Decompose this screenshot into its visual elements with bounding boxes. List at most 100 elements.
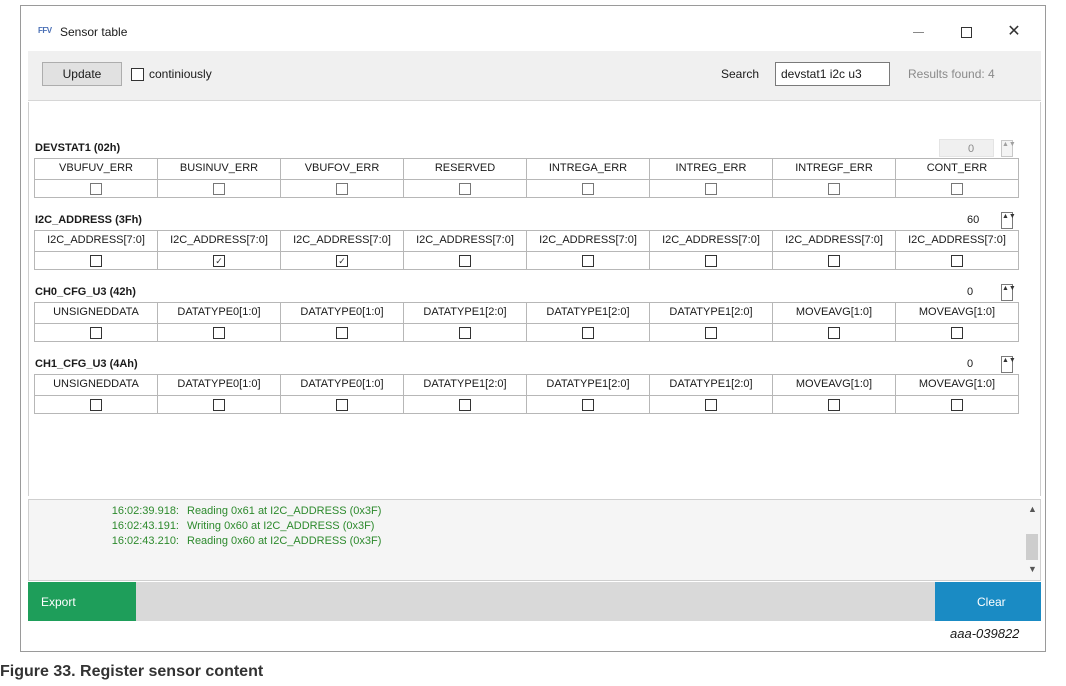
bit-checkbox[interactable] <box>705 398 717 411</box>
bit-checkbox[interactable] <box>582 182 594 195</box>
log-scrollbar[interactable]: ▲ ▼ <box>1024 502 1040 578</box>
bit-label: I2C_ADDRESS[7:0] <box>47 234 145 246</box>
bit-column: MOVEAVG[1:0] <box>773 375 896 414</box>
maximize-button[interactable] <box>948 19 984 45</box>
bit-grid: VBUFUV_ERR BUSINUV_ERR VBUFOV_ERR RESERVED I… <box>34 158 1019 198</box>
log-message: Reading 0x61 at I2C_ADDRESS (0x3F) <box>187 505 382 517</box>
title-bar: FFV Sensor table ✕ <box>28 13 1041 51</box>
bit-checkbox[interactable] <box>90 326 102 339</box>
bit-column: BUSINUV_ERR <box>158 159 281 198</box>
bit-column: I2C_ADDRESS[7:0] <box>404 231 527 270</box>
spinner-icon[interactable]: ▲▼ <box>1001 356 1016 373</box>
bit-column: I2C_ADDRESS[7:0] <box>650 231 773 270</box>
bit-checkbox[interactable] <box>459 398 471 411</box>
bit-checkbox[interactable] <box>582 398 594 411</box>
bit-column: DATATYPE0[1:0] <box>158 375 281 414</box>
register-block: DEVSTAT1 (02h) 0 ▲▼ VBUFUV_ERR BUSINUV_ERR VB… <box>34 138 1019 198</box>
bit-grid: UNSIGNEDDATA DATATYPE0[1:0] DATATYPE0[1:0]… <box>34 302 1019 342</box>
bit-checkbox[interactable] <box>828 254 840 267</box>
bit-checkbox[interactable] <box>90 254 102 267</box>
bit-checkbox[interactable] <box>336 326 348 339</box>
bit-column: INTREGA_ERR <box>527 159 650 198</box>
register-header: DEVSTAT1 (02h) 0 ▲▼ <box>34 138 1019 158</box>
log-message: Reading 0x60 at I2C_ADDRESS (0x3F) <box>187 535 382 547</box>
close-button[interactable]: ✕ <box>996 19 1032 45</box>
bit-label: I2C_ADDRESS[7:0] <box>908 234 1006 246</box>
register-value-field[interactable]: 0 <box>939 283 994 301</box>
scroll-down-icon[interactable]: ▼ <box>1028 564 1037 574</box>
bit-cell <box>404 323 526 341</box>
bit-checkbox[interactable] <box>828 182 840 195</box>
bit-checkbox[interactable] <box>459 254 471 267</box>
bit-cell <box>281 179 403 197</box>
bit-label: DATATYPE0[1:0] <box>177 378 261 390</box>
bit-cell <box>896 323 1018 341</box>
bit-checkbox[interactable]: ✓ <box>213 254 225 267</box>
bit-cell <box>281 323 403 341</box>
bit-label: I2C_ADDRESS[7:0] <box>662 234 760 246</box>
bit-checkbox[interactable] <box>90 182 102 195</box>
spinner-icon[interactable]: ▲▼ <box>1001 284 1016 301</box>
register-value-field[interactable]: 0 <box>939 355 994 373</box>
bit-checkbox[interactable] <box>705 254 717 267</box>
bit-cell: ✓ <box>281 251 403 269</box>
bit-column: VBUFOV_ERR <box>281 159 404 198</box>
bit-label: I2C_ADDRESS[7:0] <box>785 234 883 246</box>
bit-column: I2C_ADDRESS[7:0] ✓ <box>158 231 281 270</box>
bit-checkbox[interactable] <box>459 182 471 195</box>
bit-column: I2C_ADDRESS[7:0] ✓ <box>281 231 404 270</box>
update-button[interactable]: Update <box>42 62 122 86</box>
bit-checkbox[interactable] <box>336 398 348 411</box>
bit-column: INTREG_ERR <box>650 159 773 198</box>
register-value-field[interactable]: 60 <box>939 211 994 229</box>
scroll-up-icon[interactable]: ▲ <box>1028 504 1037 514</box>
bit-cell <box>35 251 157 269</box>
bit-checkbox[interactable] <box>582 254 594 267</box>
log-panel: 16:02:39.918: Reading 0x61 at I2C_ADDRESS… <box>28 499 1041 581</box>
bit-checkbox[interactable] <box>828 326 840 339</box>
bit-label: RESERVED <box>434 162 496 174</box>
bit-checkbox[interactable]: ✓ <box>336 254 348 267</box>
bit-checkbox[interactable] <box>705 182 717 195</box>
bit-checkbox[interactable] <box>951 398 963 411</box>
spinner-icon: ▲▼ <box>1001 140 1016 157</box>
bit-column: MOVEAVG[1:0] <box>896 375 1019 414</box>
minimize-button[interactable] <box>900 19 936 45</box>
window-title: Sensor table <box>60 25 128 39</box>
bit-cell <box>404 395 526 413</box>
clear-button[interactable]: Clear <box>935 582 1041 621</box>
log-timestamp: 16:02:43.191: <box>111 520 179 532</box>
bit-cell <box>158 179 280 197</box>
bit-checkbox[interactable] <box>459 326 471 339</box>
bit-checkbox[interactable] <box>213 182 225 195</box>
bit-checkbox[interactable] <box>705 326 717 339</box>
spinner-icon[interactable]: ▲▼ <box>1001 212 1016 229</box>
bit-label: DATATYPE0[1:0] <box>177 306 261 318</box>
bit-label: UNSIGNEDDATA <box>53 378 139 390</box>
bit-label: DATATYPE0[1:0] <box>300 378 384 390</box>
log-timestamp: 16:02:39.918: <box>111 505 179 517</box>
bit-checkbox[interactable] <box>951 254 963 267</box>
search-input[interactable] <box>775 62 890 86</box>
bit-cell <box>896 395 1018 413</box>
bit-checkbox[interactable] <box>336 182 348 195</box>
scroll-thumb[interactable] <box>1026 534 1038 560</box>
export-button[interactable]: Export <box>28 582 136 621</box>
bit-checkbox[interactable] <box>213 326 225 339</box>
continuously-checkbox[interactable] <box>131 68 144 81</box>
bit-label: DATATYPE1[2:0] <box>423 306 507 318</box>
bit-checkbox[interactable] <box>951 182 963 195</box>
bit-checkbox[interactable] <box>90 398 102 411</box>
bit-checkbox[interactable] <box>951 326 963 339</box>
bit-label: MOVEAVG[1:0] <box>795 378 873 390</box>
bit-column: DATATYPE1[2:0] <box>527 375 650 414</box>
bit-checkbox[interactable] <box>828 398 840 411</box>
log-timestamp: 16:02:43.210: <box>111 535 179 547</box>
register-name: I2C_ADDRESS (3Fh) <box>35 214 142 226</box>
bit-column: DATATYPE0[1:0] <box>281 303 404 342</box>
bit-label: MOVEAVG[1:0] <box>795 306 873 318</box>
app-icon: FFV <box>38 26 52 35</box>
bit-column: DATATYPE1[2:0] <box>650 303 773 342</box>
bit-checkbox[interactable] <box>213 398 225 411</box>
bit-checkbox[interactable] <box>582 326 594 339</box>
